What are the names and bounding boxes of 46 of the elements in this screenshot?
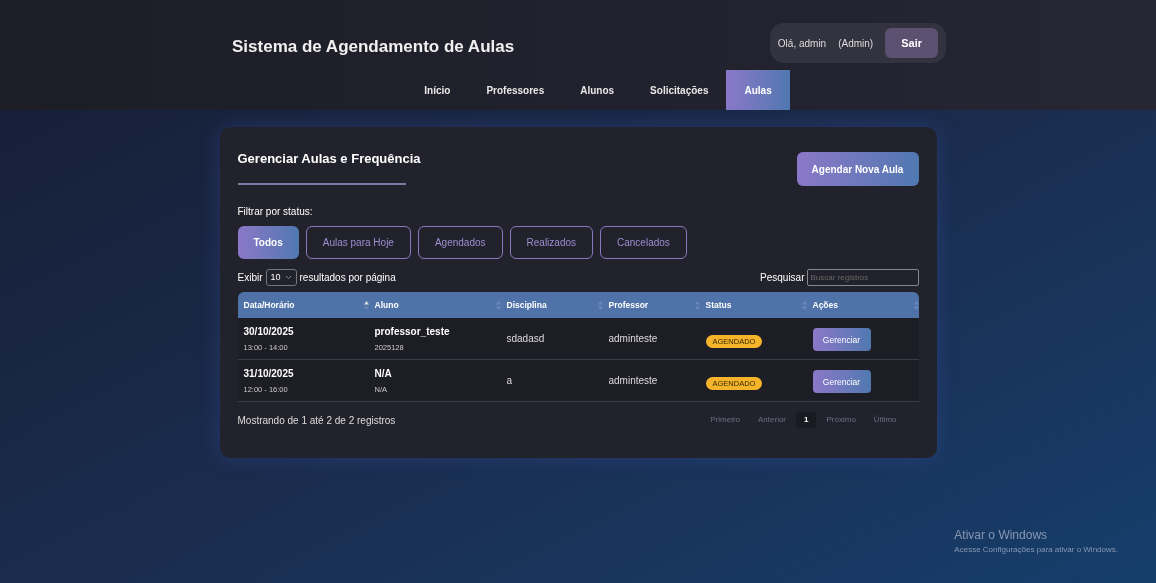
column-header[interactable]: Aluno [374, 298, 399, 312]
activation-title: Ativar o Windows [954, 527, 1049, 544]
nav-tab[interactable]: Alunos [562, 70, 633, 110]
greeting-text: Olá, admin [777, 36, 827, 51]
activation-text: Acesse Configurações para ativar o Windows. [954, 544, 1118, 556]
page-button[interactable]: 1 [796, 412, 817, 428]
date-text: 31/10/2025 [243, 366, 295, 381]
subject-cell-text: a [506, 374, 514, 388]
page-button[interactable]: Anterior [750, 412, 795, 428]
column-header[interactable]: Data/Horário [243, 298, 295, 312]
nav-tab[interactable]: Aulas [726, 70, 790, 110]
manage-button[interactable]: Gerenciar [812, 328, 871, 352]
filter-button[interactable]: Cancelados [600, 226, 687, 259]
student-name: professor_teste [374, 324, 451, 339]
nav-tab[interactable]: Início [406, 70, 469, 110]
filter-button[interactable]: Aulas para Hoje [305, 226, 411, 259]
nav-tab[interactable]: Solicitações [632, 70, 727, 110]
nav-tab[interactable]: Professores [468, 70, 563, 110]
card-title: Gerenciar Aulas e Frequência [237, 150, 421, 168]
page-button[interactable]: Último [865, 412, 905, 428]
role-text: (Admin) [838, 36, 874, 51]
column-header[interactable]: Ações [812, 298, 838, 312]
filter-button[interactable]: Realizados [509, 226, 593, 259]
new-class-button[interactable]: Agendar Nova Aula [796, 152, 919, 186]
logout-button[interactable]: Sair [885, 28, 938, 58]
app-title: Sistema de Agendamento de Aulas [232, 36, 515, 59]
column-header[interactable]: Status [705, 298, 732, 312]
filter-button[interactable]: Todos [237, 226, 299, 259]
search-label: Pesquisar [760, 271, 805, 285]
chevron-down-icon [284, 275, 292, 280]
page-button[interactable]: Primeiro [702, 412, 748, 428]
filter-label: Filtrar por status: [237, 205, 314, 219]
per-page-label: resultados por página [299, 271, 396, 285]
page-button[interactable]: Próximo [818, 412, 864, 428]
page-size-select[interactable]: 10 [265, 269, 297, 286]
column-header[interactable]: Disciplina [506, 298, 547, 312]
manage-button[interactable]: Gerenciar [812, 370, 871, 394]
subject-cell-text: sdadasd [506, 332, 546, 346]
teacher-cell-text: adminteste [608, 332, 659, 346]
records-info: Mostrando de 1 até 2 de 2 registros [237, 413, 396, 428]
date-text: 30/10/2025 [243, 324, 295, 339]
student-name: N/A [374, 366, 393, 381]
teacher-cell-text: adminteste [608, 374, 659, 388]
filter-button[interactable]: Agendados [417, 226, 503, 259]
column-header[interactable]: Professor [608, 298, 649, 312]
show-label: Exibir [237, 271, 263, 285]
